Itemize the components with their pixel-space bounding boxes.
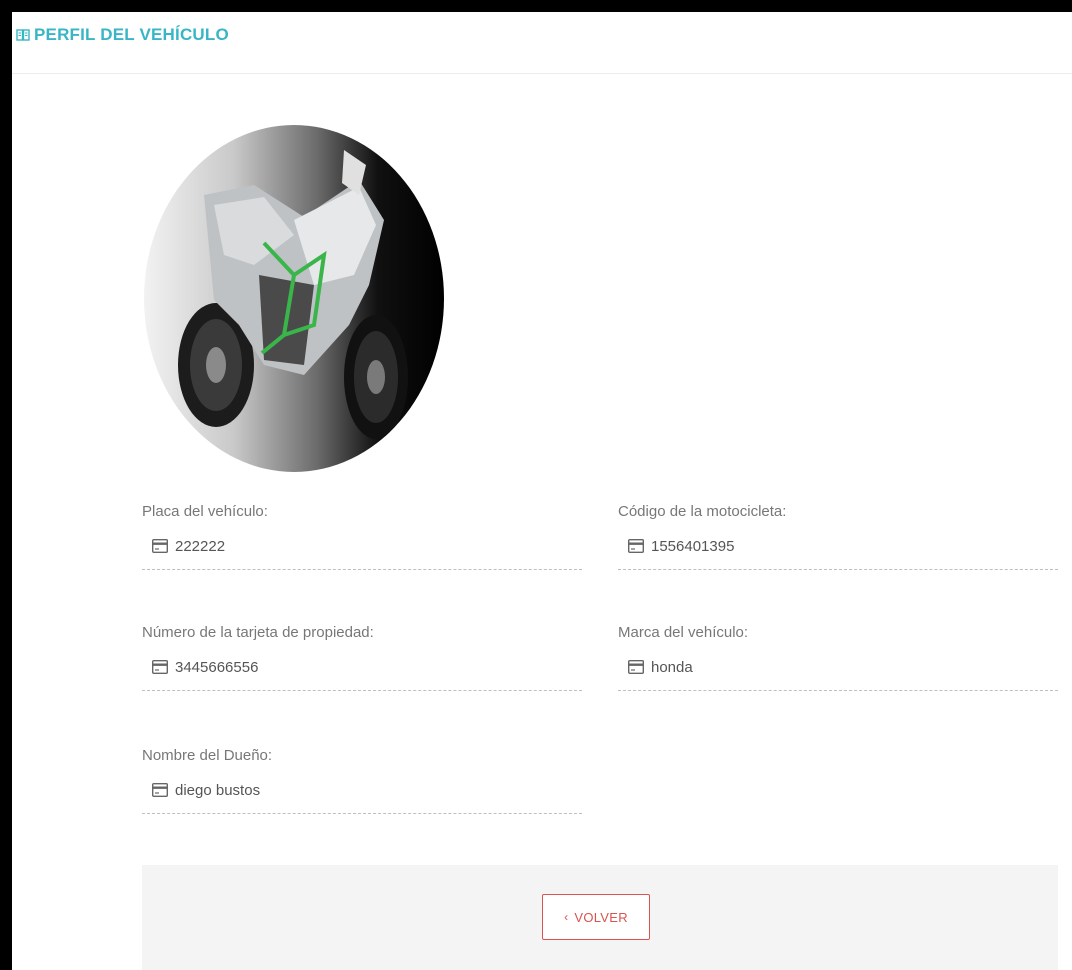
field-plate: Placa del vehículo: 222222 bbox=[142, 503, 582, 570]
card-icon bbox=[152, 539, 168, 553]
field-value: 1556401395 bbox=[651, 538, 735, 555]
field-owner-name: Nombre del Dueño: diego bustos bbox=[142, 747, 582, 814]
field-property-card: Número de la tarjeta de propiedad: 34456… bbox=[142, 624, 582, 691]
field-label: Nombre del Dueño: bbox=[142, 747, 273, 764]
field-value-row: 222222 bbox=[142, 538, 582, 570]
motorcycle-illustration bbox=[178, 150, 408, 439]
vehicle-photo bbox=[144, 125, 444, 472]
field-motorcycle-code: Código de la motocicleta: 1556401395 bbox=[618, 503, 1058, 570]
vehicle-profile-page: PERFIL DEL VEHÍCULO Placa del vehículo: bbox=[12, 12, 1072, 970]
field-value-row: honda bbox=[618, 659, 1058, 691]
field-label: Número de la tarjeta de propiedad: bbox=[142, 624, 374, 641]
field-value: 222222 bbox=[175, 538, 226, 555]
form-footer: ‹ VOLVER bbox=[142, 865, 1058, 970]
field-label: Marca del vehículo: bbox=[618, 624, 749, 641]
card-icon bbox=[152, 783, 168, 797]
field-value: honda bbox=[651, 659, 693, 676]
card-icon bbox=[152, 660, 168, 674]
card-icon bbox=[628, 660, 644, 674]
page-title-text: PERFIL DEL VEHÍCULO bbox=[34, 25, 229, 44]
card-icon bbox=[628, 539, 644, 553]
page-header: PERFIL DEL VEHÍCULO bbox=[12, 12, 1072, 74]
field-value-row: 1556401395 bbox=[618, 538, 1058, 570]
back-button-label: VOLVER bbox=[574, 909, 628, 925]
page-title: PERFIL DEL VEHÍCULO bbox=[16, 25, 229, 45]
field-label: Código de la motocicleta: bbox=[618, 503, 787, 520]
book-icon bbox=[16, 29, 30, 41]
field-value: 3445666556 bbox=[175, 659, 259, 676]
field-brand: Marca del vehículo: honda bbox=[618, 624, 1058, 691]
field-value-row: 3445666556 bbox=[142, 659, 582, 691]
back-button[interactable]: ‹ VOLVER bbox=[542, 894, 650, 940]
field-value-row: diego bustos bbox=[142, 782, 582, 814]
field-label: Placa del vehículo: bbox=[142, 503, 268, 520]
chevron-left-icon: ‹ bbox=[564, 910, 569, 924]
field-value: diego bustos bbox=[175, 782, 261, 799]
